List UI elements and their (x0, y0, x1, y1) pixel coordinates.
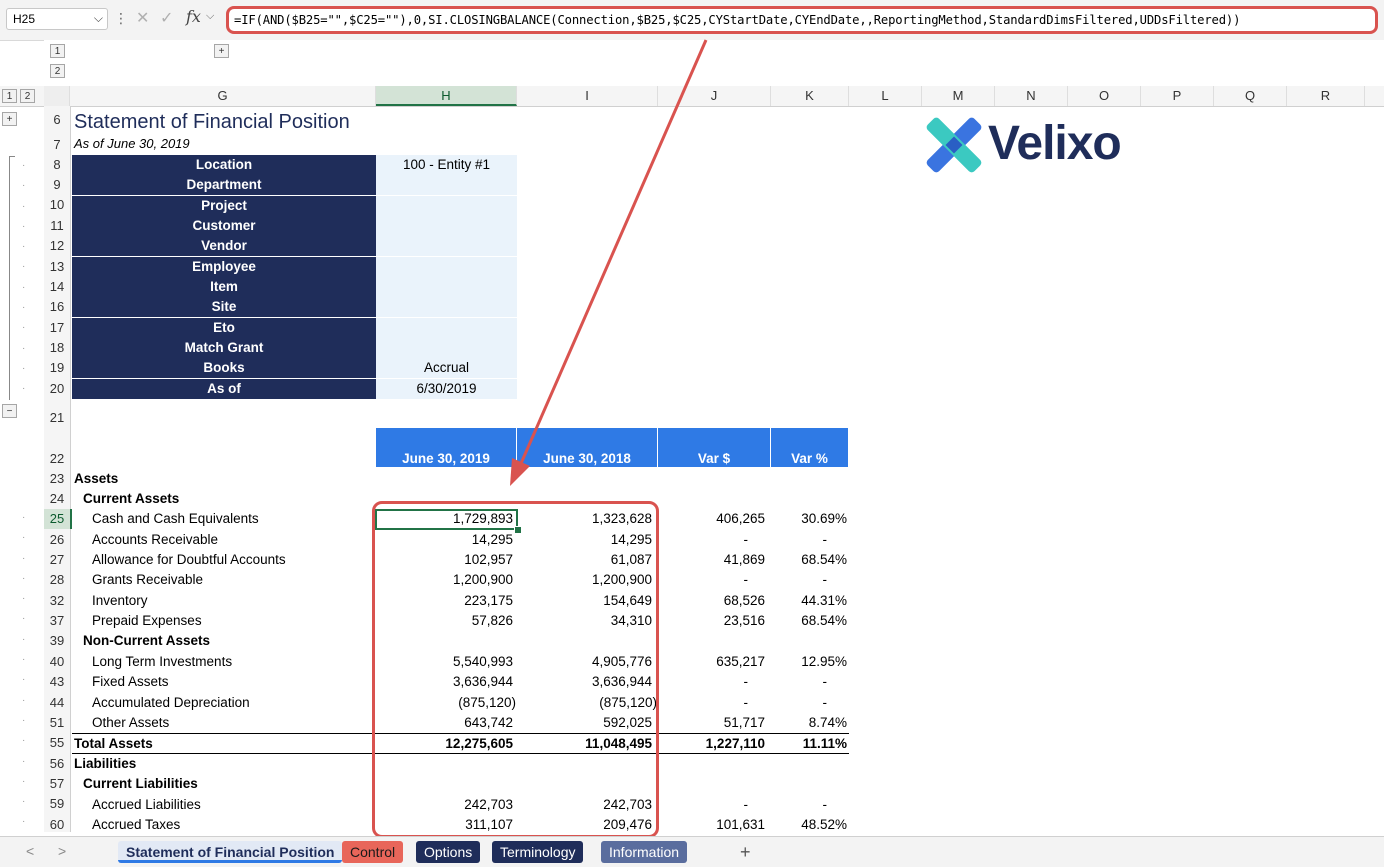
annotation-arrow (510, 39, 708, 486)
sheet-tab-bar: < > Statement of Financial Position Cont… (0, 836, 1384, 867)
add-sheet-icon[interactable]: + (740, 842, 751, 863)
tab-information[interactable]: Information (601, 841, 688, 863)
tab-scroll-left-icon[interactable]: < (26, 843, 34, 859)
tab-statement-of-financial-position[interactable]: Statement of Financial Position (118, 841, 343, 863)
tab-terminology[interactable]: Terminology (492, 841, 584, 863)
tab-scroll-right-icon[interactable]: > (58, 843, 66, 859)
tab-options[interactable]: Options (416, 841, 481, 863)
tab-control[interactable]: Control (342, 841, 404, 863)
